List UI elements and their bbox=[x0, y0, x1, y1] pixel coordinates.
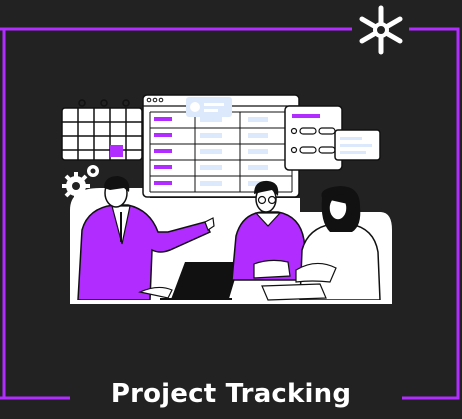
calendar-icon bbox=[61, 99, 143, 161]
asterisk-logo-icon bbox=[359, 5, 403, 55]
side-panel bbox=[284, 105, 381, 171]
user-card bbox=[186, 97, 232, 117]
person-right bbox=[295, 186, 381, 301]
page-title: Project Tracking bbox=[110, 379, 352, 409]
illustration-canvas bbox=[0, 5, 460, 400]
